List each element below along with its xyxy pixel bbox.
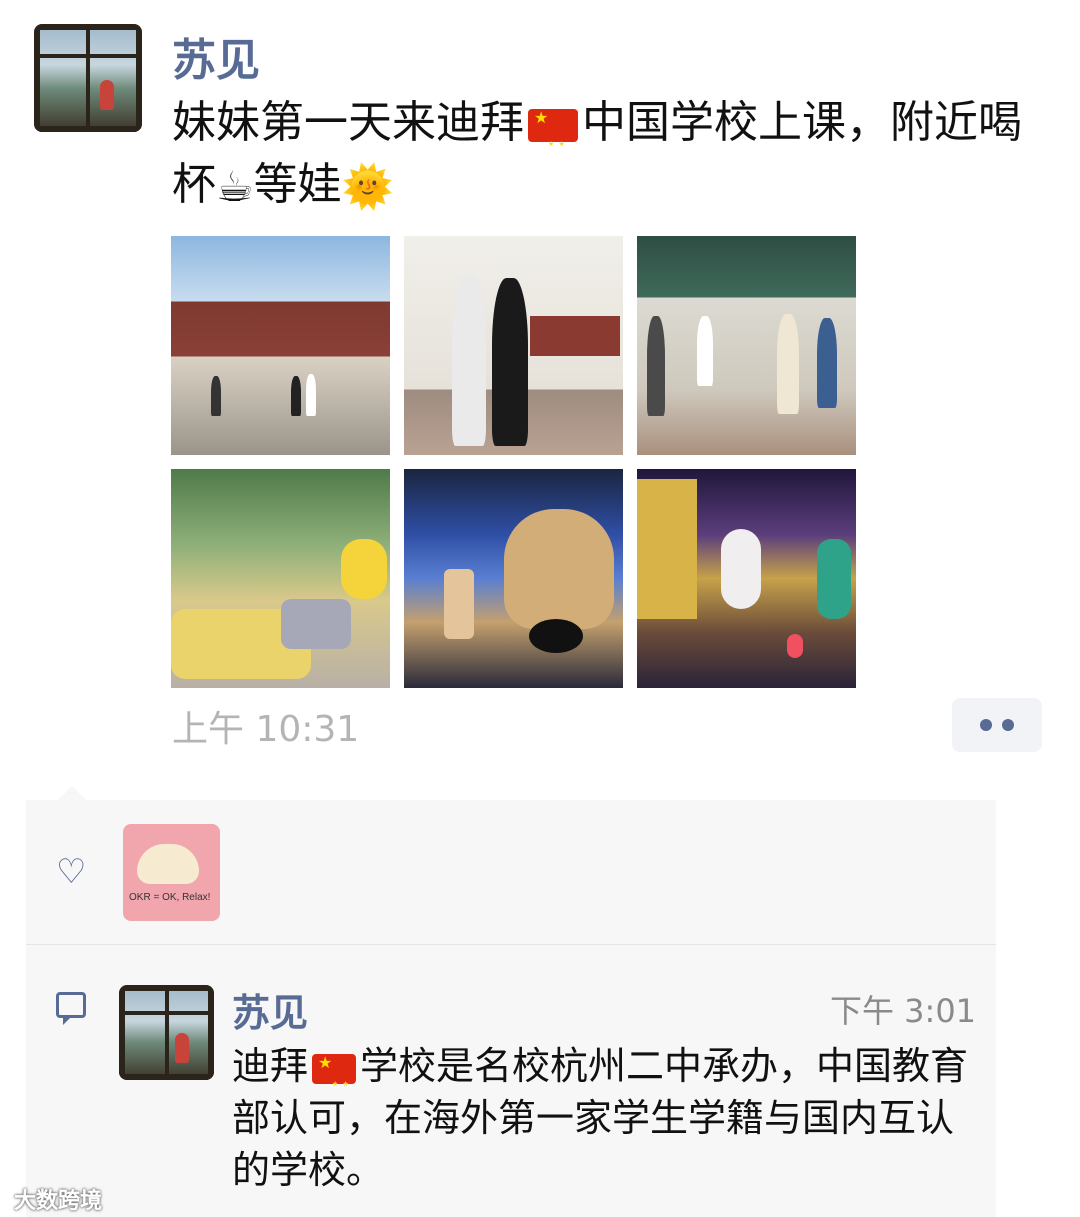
comment-icon <box>56 992 86 1025</box>
commenter-name[interactable]: 苏见 <box>232 982 308 1037</box>
liker-avatar-text: OKR = OK, Relax! <box>129 892 211 903</box>
photo-school-gate[interactable] <box>171 236 390 455</box>
more-options-button[interactable] <box>952 698 1042 752</box>
coffee-icon: ☕ <box>216 162 254 211</box>
dot-icon <box>1002 719 1014 731</box>
china-flag-icon <box>528 108 578 175</box>
liker-avatar[interactable]: OKR = OK, Relax! <box>123 824 220 921</box>
watermark-logo: 大数跨境 <box>14 1189 103 1214</box>
comment-text-part1: 迪拜 <box>232 1044 309 1088</box>
sun-icon: 🌞 <box>341 162 394 211</box>
photo-mother-daughter[interactable] <box>404 236 623 455</box>
post-time: 上午 10:31 <box>172 709 360 750</box>
photo-cafe-bear[interactable] <box>404 469 623 688</box>
seal-image <box>137 844 199 884</box>
post-text-part1: 妹妹第一天来迪拜 <box>172 97 524 148</box>
heart-icon: ♡ <box>56 852 87 892</box>
photo-cafe-pikachu[interactable] <box>171 469 390 688</box>
photo-grid <box>171 236 857 688</box>
comment-text: 迪拜学校是名校杭州二中承办，中国教育部认可，在海外第一家学生学籍与国内互认的学校… <box>232 1040 972 1196</box>
post-text-part3: 等娃 <box>253 159 342 210</box>
photo-cafe-graffiti[interactable] <box>637 469 856 688</box>
china-flag-icon <box>312 1053 357 1110</box>
commenter-avatar[interactable] <box>119 985 214 1080</box>
post-text: 妹妹第一天来迪拜中国学校上课，附近喝杯☕等娃🌞 <box>172 92 1052 218</box>
dot-icon <box>980 719 992 731</box>
photo-queue[interactable] <box>637 236 856 455</box>
author-avatar[interactable] <box>34 24 142 132</box>
divider <box>26 944 996 945</box>
comment-time: 下午 3:01 <box>830 992 977 1030</box>
likes-row: ♡ OKR = OK, Relax! <box>26 800 996 944</box>
author-name[interactable]: 苏见 <box>172 24 260 88</box>
